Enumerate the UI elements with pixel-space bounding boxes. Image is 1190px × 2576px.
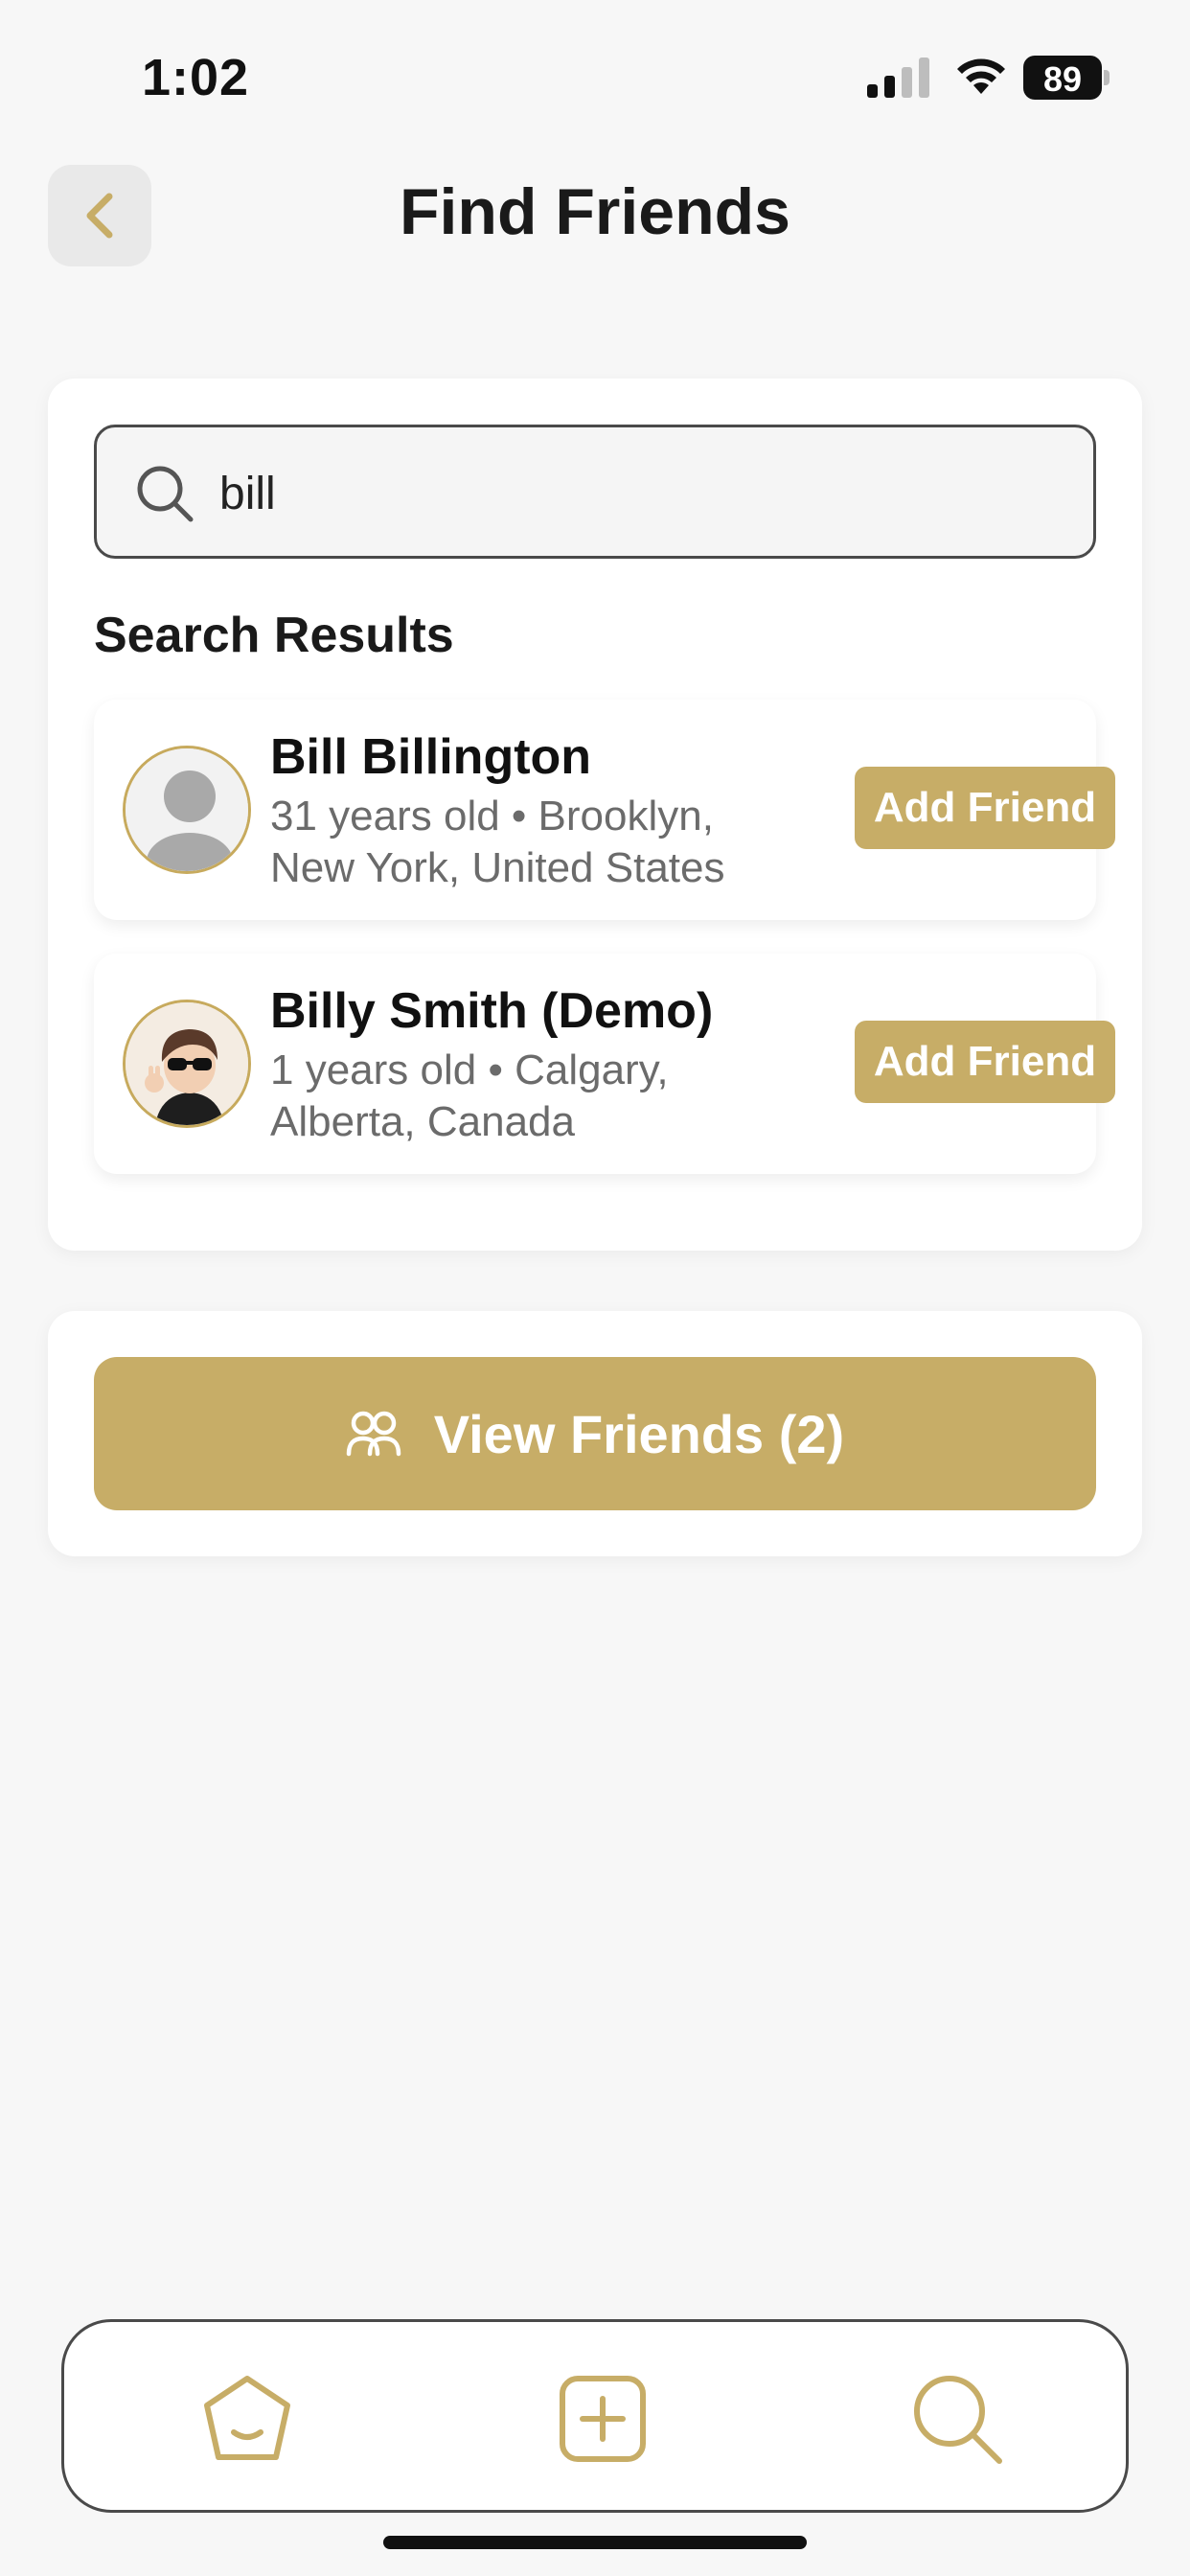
result-details: 31 years old • Brooklyn, New York, Unite… <box>270 793 725 891</box>
search-input[interactable] <box>219 456 1063 531</box>
default-avatar-icon <box>123 746 251 874</box>
people-icon <box>346 1411 401 1457</box>
search-card: Search Results Bill Billington 31 years … <box>48 379 1142 1251</box>
search-icon <box>914 2376 1002 2464</box>
tab-search[interactable] <box>904 2366 1010 2472</box>
result-details: 1 years old • Calgary, Alberta, Canada <box>270 1046 669 1145</box>
search-results-heading: Search Results <box>94 608 454 663</box>
battery-indicator: 89 <box>1023 56 1110 100</box>
view-friends-button[interactable]: View Friends (2) <box>94 1357 1096 1510</box>
page-title: Find Friends <box>400 175 790 248</box>
search-box[interactable] <box>94 425 1096 559</box>
status-time: 1:02 <box>142 49 250 106</box>
add-friend-button[interactable]: Add Friend <box>855 1021 1115 1103</box>
wifi-icon <box>957 58 1005 94</box>
tab-home[interactable] <box>195 2366 300 2472</box>
search-result-item[interactable]: Bill Billington 31 years old • Brooklyn,… <box>94 700 1115 920</box>
view-friends-card: View Friends (2) <box>48 1311 1142 1556</box>
tab-bar <box>61 2319 1129 2513</box>
add-friend-button[interactable]: Add Friend <box>855 767 1115 849</box>
home-icon <box>204 2376 290 2460</box>
search-result-item[interactable]: Billy Smith (Demo) 1 years old • Calgary… <box>94 954 1115 1174</box>
view-friends-label: View Friends (2) <box>433 1403 845 1464</box>
home-indicator <box>383 2536 807 2549</box>
result-name: Bill Billington <box>270 729 592 785</box>
cartoon-avatar <box>123 1000 251 1128</box>
status-bar: 1:02 89 <box>0 0 1190 153</box>
result-name: Billy Smith (Demo) <box>270 983 714 1039</box>
tab-add[interactable] <box>550 2366 655 2472</box>
add-square-icon <box>560 2376 646 2462</box>
battery-level: 89 <box>1042 59 1083 99</box>
cellular-signal-icon <box>867 58 929 98</box>
search-icon <box>137 466 194 522</box>
